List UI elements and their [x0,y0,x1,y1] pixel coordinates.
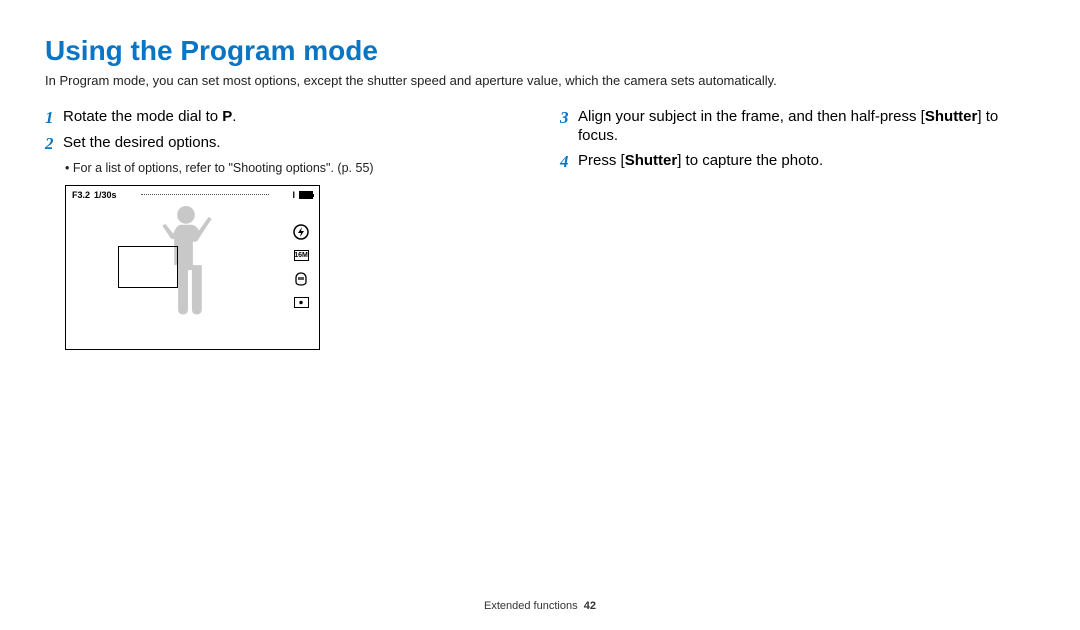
lcd-right-icons: 16M [293,224,309,308]
step1-pre: Rotate the mode dial to [63,108,222,125]
left-column: 1 Rotate the mode dial to P. 2 Set the d… [45,108,520,350]
camera-screen-illustration: F3.2 1/30s I 16M [65,185,520,350]
step-number: 4 [560,152,578,172]
iso-indicator: I [292,190,295,200]
step-4: 4 Press [Shutter] to capture the photo. [560,152,1035,172]
aperture-value: F3.2 [72,190,90,200]
ev-scale-icon [125,191,285,199]
shutter-bold: Shutter [625,152,678,169]
mode-dial-p-icon: P [222,108,232,125]
camera-lcd: F3.2 1/30s I 16M [65,185,320,350]
step-3: 3 Align your subject in the frame, and t… [560,108,1035,146]
step-text: Press [Shutter] to capture the photo. [578,152,823,171]
shutter-bold: Shutter [925,108,978,125]
footer-page-number: 42 [584,600,596,612]
step-text: Rotate the mode dial to P. [63,108,236,127]
intro-text: In Program mode, you can set most option… [45,73,1035,88]
metering-icon [294,297,309,308]
step-number: 1 [45,108,63,128]
lcd-topbar: F3.2 1/30s I [66,190,319,200]
step4-pre: Press [ [578,152,625,169]
step-number: 2 [45,134,63,154]
step1-post: . [232,108,236,125]
content-columns: 1 Rotate the mode dial to P. 2 Set the d… [45,108,1035,350]
page-title: Using the Program mode [45,35,1035,67]
step3-pre: Align your subject in the frame, and the… [578,108,925,125]
image-stabilization-icon [293,271,309,287]
image-size-icon: 16M [294,250,309,261]
right-column: 3 Align your subject in the frame, and t… [560,108,1035,350]
shutter-value: 1/30s [94,190,117,200]
step-2: 2 Set the desired options. [45,134,520,154]
step4-post: ] to capture the photo. [677,152,823,169]
step-text: Align your subject in the frame, and the… [578,108,1035,146]
step-text: Set the desired options. [63,134,221,153]
autofocus-box-icon [118,246,178,288]
step2-bullet: For a list of options, refer to "Shootin… [65,161,520,175]
page-footer: Extended functions 42 [0,600,1080,612]
footer-section: Extended functions [484,600,578,612]
battery-icon [299,191,313,199]
flash-icon [293,224,309,240]
step-number: 3 [560,108,578,128]
step-1: 1 Rotate the mode dial to P. [45,108,520,128]
